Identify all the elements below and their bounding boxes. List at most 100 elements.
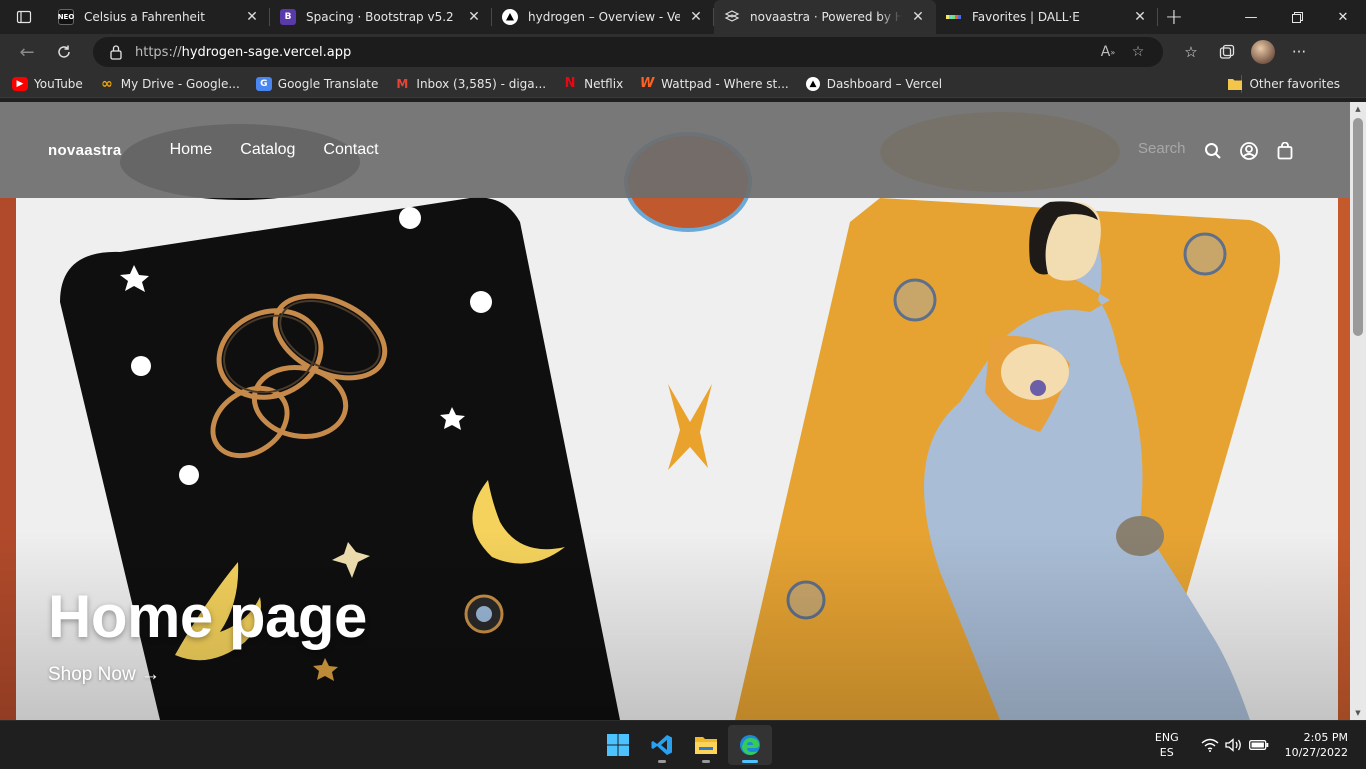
favorite-translate[interactable]: G Google Translate — [255, 76, 379, 91]
favorite-gmail[interactable]: M Inbox (3,585) - diga... — [394, 77, 546, 91]
bootstrap-icon: B — [280, 9, 296, 25]
clock-date: 10/27/2022 — [1284, 746, 1348, 759]
other-favorites[interactable]: Other favorites — [1227, 77, 1340, 91]
restore-button[interactable] — [1274, 0, 1320, 34]
minimize-icon: — — [1244, 9, 1258, 25]
hero-title: Home page — [48, 583, 367, 650]
favorite-drive[interactable]: ∞ My Drive - Google... — [99, 76, 240, 92]
account-icon[interactable] — [1238, 140, 1260, 162]
tab-celsius[interactable]: NEO Celsius a Fahrenheit ✕ — [48, 0, 270, 34]
favorite-label: Netflix — [584, 76, 624, 91]
favorite-netflix[interactable]: N Netflix — [562, 76, 624, 91]
refresh-button[interactable] — [47, 35, 81, 69]
system-tray: ENG ES 2:05 PM 10/27/2022 — [1155, 721, 1366, 769]
search-icon[interactable] — [1202, 140, 1224, 162]
favorite-label: Dashboard – Vercel — [826, 76, 943, 91]
minimize-button[interactable]: — — [1228, 0, 1274, 34]
close-icon[interactable]: ✕ — [910, 9, 926, 25]
site-header: novaastra Home Catalog Contact — [0, 102, 1350, 198]
close-icon[interactable]: ✕ — [688, 9, 704, 25]
scroll-up-icon[interactable]: ▲ — [1350, 102, 1366, 116]
back-button[interactable]: ← — [10, 35, 44, 69]
nav-link-home[interactable]: Home — [170, 141, 213, 159]
file-explorer-button[interactable] — [684, 725, 728, 765]
address-bar[interactable]: https://hydrogen-sage.vercel.app A» ☆ — [93, 37, 1163, 67]
scrollbar-thumb[interactable] — [1353, 118, 1363, 336]
new-tab-button[interactable]: + — [1158, 0, 1190, 34]
start-button[interactable] — [596, 725, 640, 765]
volume-icon — [1224, 738, 1241, 752]
plus-icon: + — [1164, 4, 1184, 30]
cart-icon[interactable] — [1274, 140, 1296, 162]
netflix-icon: N — [564, 76, 576, 91]
windows-taskbar: ENG ES 2:05 PM 10/27/2022 — [0, 720, 1366, 768]
favorite-label: Wattpad - Where st... — [661, 76, 789, 91]
edge-button[interactable] — [728, 725, 772, 765]
youtube-icon: ▶ — [12, 76, 28, 91]
neo-icon: NEO — [58, 9, 74, 25]
close-icon[interactable]: ✕ — [244, 9, 260, 25]
site-nav: Home Catalog Contact — [170, 141, 407, 159]
browser-tab-strip: NEO Celsius a Fahrenheit ✕ B Spacing · B… — [0, 0, 1366, 34]
favorite-vercel[interactable]: Dashboard – Vercel — [805, 76, 943, 91]
other-favorites-label: Other favorites — [1249, 76, 1340, 91]
lang-secondary: ES — [1159, 746, 1174, 759]
more-options-icon[interactable]: ··· — [1281, 35, 1317, 69]
browser-toolbar: ← https://hydrogen-sage.vercel.app A» ☆ … — [0, 34, 1366, 70]
tab-actions-icon — [16, 10, 32, 24]
favorite-wattpad[interactable]: W Wattpad - Where st... — [639, 76, 789, 91]
clock-time: 2:05 PM — [1303, 731, 1348, 744]
gmail-icon: M — [396, 76, 409, 91]
vercel-icon — [805, 76, 821, 91]
refresh-icon — [58, 45, 70, 58]
language-indicator[interactable]: ENG ES — [1155, 730, 1179, 760]
add-favorite-icon[interactable]: ☆ — [1123, 40, 1153, 64]
tab-actions-button[interactable] — [0, 0, 48, 34]
close-icon[interactable]: ✕ — [1132, 9, 1148, 25]
clock[interactable]: 2:05 PM 10/27/2022 — [1285, 730, 1348, 760]
vscode-button[interactable] — [640, 725, 684, 765]
collections-icon[interactable] — [1209, 35, 1245, 69]
edge-icon — [740, 735, 760, 755]
scroll-down-icon[interactable]: ▼ — [1350, 706, 1366, 720]
favorite-label: Google Translate — [277, 76, 379, 91]
favorites-bar: ▶ YouTube ∞ My Drive - Google... G Googl… — [0, 70, 1366, 98]
avatar — [1251, 40, 1275, 64]
nav-link-catalog[interactable]: Catalog — [240, 141, 295, 159]
nav-link-contact[interactable]: Contact — [323, 141, 378, 159]
dalle-icon — [946, 9, 962, 25]
close-icon[interactable]: ✕ — [466, 9, 482, 25]
read-aloud-icon[interactable]: A» — [1093, 40, 1123, 64]
tab-title: Favorites | DALL·E — [972, 10, 1080, 24]
tab-novaastra[interactable]: novaastra · Powered by Hydrogen ✕ — [714, 0, 936, 34]
profile-button[interactable] — [1245, 35, 1281, 69]
lang-primary: ENG — [1154, 731, 1179, 744]
site-logo[interactable]: novaastra — [48, 142, 122, 159]
tab-title: Spacing · Bootstrap v5.2 — [306, 10, 454, 24]
tab-vercel[interactable]: hydrogen – Overview - Vercel ✕ — [492, 0, 714, 34]
shop-now-link[interactable]: Shop Now → — [48, 664, 160, 686]
wattpad-icon: W — [640, 76, 655, 91]
tab-bootstrap[interactable]: B Spacing · Bootstrap v5.2 ✕ — [270, 0, 492, 34]
arrow-left-icon: ← — [19, 41, 35, 63]
quick-settings-button[interactable] — [1201, 738, 1269, 752]
folder-icon — [1228, 78, 1243, 90]
url-text: https://hydrogen-sage.vercel.app — [135, 45, 1093, 60]
wifi-icon — [1201, 738, 1219, 752]
tab-title: hydrogen – Overview - Vercel — [528, 10, 680, 24]
search-input[interactable] — [1138, 140, 1198, 157]
favorites-icon[interactable]: ☆ — [1173, 35, 1209, 69]
lock-icon — [110, 45, 122, 60]
tab-dalle[interactable]: Favorites | DALL·E ✕ — [936, 0, 1158, 34]
favorite-youtube[interactable]: ▶ YouTube — [12, 76, 83, 91]
favorite-label: Inbox (3,585) - diga... — [416, 76, 547, 91]
close-window-button[interactable]: ✕ — [1320, 0, 1366, 34]
favorite-label: My Drive - Google... — [120, 76, 240, 91]
tab-title: novaastra · Powered by Hydrogen — [750, 10, 902, 24]
close-icon: ✕ — [1337, 9, 1349, 25]
page-scrollbar[interactable]: ▲ ▼ — [1350, 102, 1366, 720]
hydrogen-icon — [724, 9, 740, 25]
tab-title: Celsius a Fahrenheit — [84, 10, 205, 24]
windows-start-icon — [607, 734, 629, 756]
window-controls: — ✕ — [1228, 0, 1366, 34]
